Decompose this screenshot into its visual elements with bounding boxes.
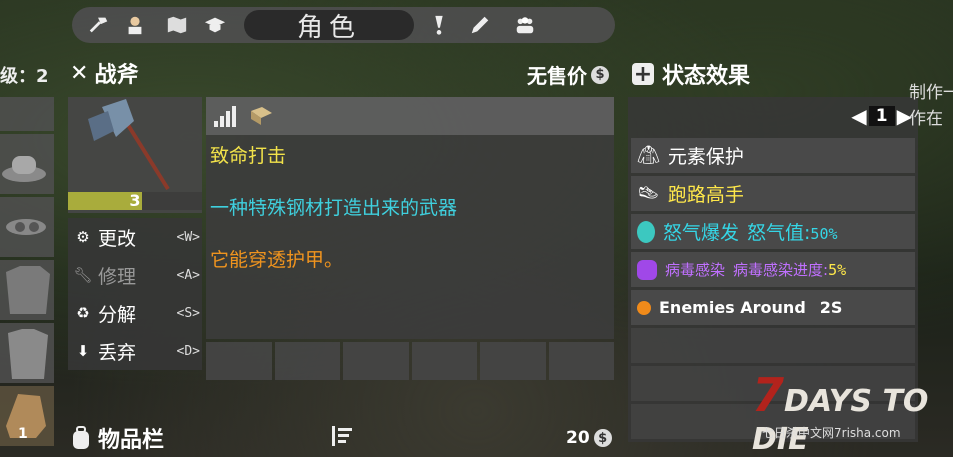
- exclamation-icon[interactable]: [424, 7, 454, 43]
- coin-icon: $: [591, 65, 609, 84]
- backpack-icon: [73, 426, 89, 449]
- prev-page-icon[interactable]: ◀: [851, 104, 866, 128]
- inventory-header: 物品栏: [70, 422, 164, 454]
- equipment-slot-chest[interactable]: [0, 260, 54, 320]
- status-row[interactable]: Enemies Around 2S: [631, 290, 915, 325]
- jacket-icon: 🧥︎: [637, 145, 660, 166]
- status-effects-header: + 状态效果: [632, 58, 750, 90]
- item-price: 无售价 $: [527, 60, 609, 89]
- scrap-button[interactable]: ♻ 分解 <S>: [72, 294, 200, 332]
- mod-slots: [206, 342, 614, 380]
- goggles-icon: [6, 219, 46, 235]
- graduation-cap-icon[interactable]: [200, 7, 230, 43]
- equipment-slot[interactable]: [0, 97, 54, 131]
- description-title: 致命打击: [210, 145, 287, 167]
- top-tab-bar: 角色: [72, 7, 615, 43]
- gears-icon: ⚙: [76, 228, 90, 246]
- mod-slot[interactable]: [343, 342, 409, 380]
- status-row[interactable]: 怒气爆发 怒气值:50%: [631, 214, 915, 249]
- mod-slot[interactable]: [274, 342, 340, 380]
- map-icon[interactable]: [162, 7, 192, 43]
- mod-slot[interactable]: [206, 342, 272, 380]
- jacket-icon: [8, 329, 48, 379]
- medal-icon: [637, 220, 655, 243]
- modify-button[interactable]: ⚙ 更改 <W>: [72, 218, 200, 256]
- vest-icon: [6, 266, 50, 314]
- item-name: 战斧: [94, 63, 139, 88]
- equipment-slot-jacket[interactable]: [0, 323, 54, 383]
- status-row[interactable]: 病毒感染 病毒感染进度:5%: [631, 252, 915, 287]
- currency-count: 20 $: [566, 428, 612, 448]
- drop-button[interactable]: ⬇ 丢弃 <D>: [72, 332, 200, 370]
- inventory-title: 物品栏: [98, 428, 165, 453]
- battle-axe-icon: [88, 99, 170, 191]
- skull-icon: [637, 259, 657, 280]
- status-title: 状态效果: [662, 64, 751, 89]
- crafting-hint: 制作一把 作在: [909, 83, 953, 129]
- description-text: 一种特殊钢材打造出来的武器: [210, 197, 458, 219]
- player-level: 级：2: [0, 66, 49, 87]
- shoe-icon: 👟︎: [637, 183, 660, 204]
- equipment-slot-hat[interactable]: [0, 134, 54, 194]
- sort-icon[interactable]: [330, 424, 354, 452]
- status-row-empty: [631, 328, 915, 363]
- status-row[interactable]: 🧥︎ 元素保护: [631, 138, 915, 173]
- status-row[interactable]: 👟︎ 跑路高手: [631, 176, 915, 211]
- description-note: 它能穿透护甲。: [210, 249, 344, 271]
- mod-slot[interactable]: [548, 342, 614, 380]
- coin-icon: $: [593, 429, 612, 447]
- repair-button[interactable]: 🔧︎ 修理 <A>: [72, 256, 200, 294]
- status-pager: ◀ 1 ▶: [628, 97, 918, 135]
- arrow-down-icon: ⬇: [76, 342, 90, 360]
- book-icon[interactable]: [248, 105, 274, 127]
- equipment-slot-glasses[interactable]: [0, 197, 54, 257]
- slot-count: 1: [18, 426, 28, 442]
- equipment-slot-feet[interactable]: 1: [0, 386, 54, 446]
- cowboy-hat-icon: [2, 156, 46, 182]
- recycle-icon: ♻: [76, 304, 90, 322]
- item-quantity: 3: [129, 191, 141, 210]
- signal-bars-icon: [214, 106, 236, 127]
- mod-slot[interactable]: [411, 342, 477, 380]
- item-title: ✕ 战斧: [70, 58, 139, 89]
- orange-dot-icon: [637, 300, 651, 315]
- tab-character[interactable]: 角色: [244, 10, 414, 43]
- hammer-icon[interactable]: [84, 7, 114, 43]
- item-description-panel: 致命打击 一种特殊钢材打造出来的武器 它能穿透护甲。: [206, 97, 614, 339]
- description-header: [206, 97, 614, 135]
- character-icon[interactable]: [120, 7, 150, 43]
- tools-icon: ✕: [70, 60, 89, 86]
- pencil-icon[interactable]: [465, 7, 495, 43]
- item-quantity-bar: 3: [68, 190, 202, 212]
- wrench-icon: 🔧︎: [73, 266, 93, 284]
- medkit-icon: +: [632, 61, 654, 87]
- item-actions: ⚙ 更改 <W> 🔧︎ 修理 <A> ♻ 分解 <S> ⬇ 丢弃 <D>: [68, 218, 202, 370]
- page-number: 1: [868, 106, 895, 126]
- mod-slot[interactable]: [480, 342, 546, 380]
- price-label: 无售价: [527, 64, 587, 88]
- game-logo: 7DAYS TO DIE 七日杀中文网7risha.com: [752, 368, 929, 457]
- group-icon[interactable]: [510, 7, 540, 43]
